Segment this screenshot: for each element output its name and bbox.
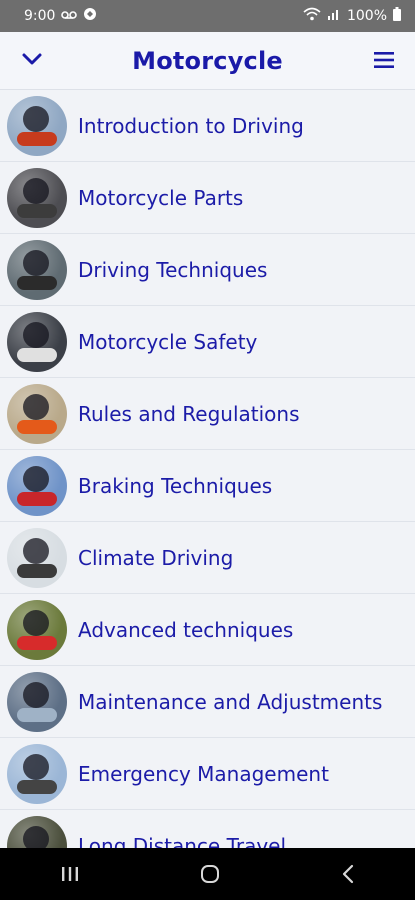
voicemail-icon [61,8,78,24]
topic-thumbnail [7,815,67,848]
list-item-maintenance[interactable]: Maintenance and Adjustments [0,666,415,738]
topic-thumbnail [7,455,67,516]
list-item-label: Advanced techniques [78,617,294,642]
list-item-long-distance-travel[interactable]: Long Distance Travel [0,810,415,848]
list-item-climate-driving[interactable]: Climate Driving [0,522,415,594]
list-item-label: Rules and Regulations [78,401,300,426]
topic-thumbnail [7,743,67,804]
list-item-label: Motorcycle Safety [78,329,258,354]
list-item-label: Maintenance and Adjustments [78,689,383,714]
topic-thumbnail [7,167,67,228]
list-item-emergency-management[interactable]: Emergency Management [0,738,415,810]
signal-icon [327,7,341,25]
list-item-label: Braking Techniques [78,473,273,498]
topic-thumbnail [7,239,67,300]
back-icon[interactable] [341,864,355,884]
topic-thumbnail [7,671,67,732]
battery-level: 100% [346,8,387,24]
list-item-advanced-techniques[interactable]: Advanced techniques [0,594,415,666]
topic-thumbnail [7,311,67,372]
home-icon[interactable] [200,864,220,884]
list-item-label: Long Distance Travel [78,833,287,849]
system-nav-bar [0,848,415,900]
status-time: 9:00 [24,8,56,24]
topic-thumbnail [7,383,67,444]
list-item-motorcycle-safety[interactable]: Motorcycle Safety [0,306,415,378]
notification-icon [83,7,97,25]
list-item-label: Introduction to Driving [78,113,304,138]
wifi-icon [303,7,321,25]
collapse-chevron-icon[interactable] [20,47,44,71]
topic-thumbnail [7,95,67,156]
battery-icon [393,7,401,25]
list-item-rules-regulations[interactable]: Rules and Regulations [0,378,415,450]
topic-list: Introduction to Driving Motorcycle Parts… [0,90,415,848]
app-bar: Motorcycle [0,32,415,90]
list-item-label: Climate Driving [78,545,234,570]
list-item-label: Motorcycle Parts [78,185,244,210]
recent-apps-icon[interactable] [60,865,80,883]
topic-thumbnail [7,527,67,588]
list-item-introduction[interactable]: Introduction to Driving [0,90,415,162]
list-item-label: Emergency Management [78,761,329,786]
list-item-braking-techniques[interactable]: Braking Techniques [0,450,415,522]
menu-icon[interactable] [373,50,395,72]
page-title: Motorcycle [132,46,283,75]
list-item-driving-techniques[interactable]: Driving Techniques [0,234,415,306]
status-bar: 9:00 100% [0,0,415,32]
list-item-motorcycle-parts[interactable]: Motorcycle Parts [0,162,415,234]
topic-thumbnail [7,599,67,660]
list-item-label: Driving Techniques [78,257,268,282]
